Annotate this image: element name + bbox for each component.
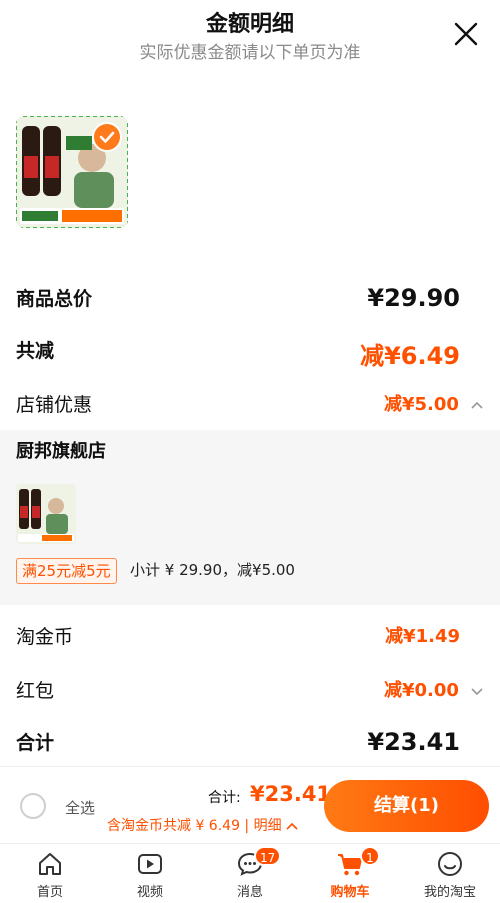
- tab-video[interactable]: 视频: [100, 844, 200, 903]
- tab-profile[interactable]: 我的淘宝: [400, 844, 500, 903]
- goods-total-row: 商品总价 ¥29.90: [16, 284, 484, 316]
- final-total-label: 合计: [16, 732, 55, 754]
- shop-discount-row[interactable]: 店铺优惠 减¥5.00: [16, 390, 484, 418]
- shop-discount-label: 店铺优惠: [16, 394, 93, 416]
- tab-profile-label: 我的淘宝: [423, 885, 476, 900]
- chevron-down-icon[interactable]: [470, 686, 484, 696]
- tab-cart[interactable]: 1 购物车: [300, 844, 400, 903]
- select-all-radio[interactable]: [20, 793, 46, 819]
- tab-message[interactable]: 17 消息: [200, 844, 300, 903]
- total-reduce-row: 共减 减¥6.49: [16, 336, 484, 370]
- tab-home-label: 首页: [36, 885, 63, 900]
- chevron-up-icon: [286, 822, 298, 830]
- final-total-row: 合计 ¥23.41: [16, 728, 484, 760]
- final-total-value: ¥23.41: [367, 728, 460, 756]
- shop-discount-value-wrap: 减¥5.00: [384, 390, 484, 416]
- page-subtitle: 实际优惠金额请以下单页为准: [139, 43, 361, 63]
- tab-message-label: 消息: [236, 885, 263, 900]
- profile-icon: [438, 852, 462, 876]
- goods-total-value: ¥29.90: [367, 284, 460, 312]
- tab-video-label: 视频: [136, 885, 163, 900]
- coin-value: 减¥1.49: [385, 626, 460, 647]
- tab-cart-label: 购物车: [330, 885, 370, 900]
- selected-check-icon: [92, 122, 122, 152]
- redpacket-row[interactable]: 红包 减¥0.00: [16, 676, 484, 704]
- checkout-button[interactable]: 结算(1): [324, 780, 489, 832]
- home-icon: [39, 853, 61, 875]
- coin-discount-text: 含淘金币共减 ¥ 6.49 | 明细: [107, 818, 282, 834]
- shop-subtotal: 小计 ¥ 29.90，减¥5.00: [130, 561, 295, 579]
- shop-product-image: [16, 484, 76, 544]
- header: 金额明细 实际优惠金额请以下单页为准: [0, 0, 500, 70]
- redpacket-label: 红包: [16, 680, 55, 702]
- shop-discount-value: 减¥5.00: [383, 394, 459, 415]
- page-title: 金额明细: [205, 12, 294, 37]
- goods-total-label: 商品总价: [16, 288, 93, 310]
- redpacket-value-wrap: 减¥0.00: [384, 676, 484, 702]
- video-icon: [138, 854, 162, 874]
- promo-tag: 满25元减5元: [16, 558, 117, 584]
- chevron-up-icon[interactable]: [470, 400, 484, 410]
- select-all-label[interactable]: 全选: [65, 797, 95, 818]
- message-badge: 17: [254, 846, 282, 866]
- tab-bar: 首页 视频 17 消息 1 购物车 我的淘宝: [0, 843, 500, 903]
- bottom-total-value: ¥23.41: [250, 782, 332, 806]
- total-reduce-value: 减¥6.49: [360, 342, 460, 370]
- coin-row: 淘金币 减¥1.49: [16, 622, 484, 650]
- bottom-total-label: 合计:: [208, 790, 241, 806]
- coin-label: 淘金币: [16, 626, 74, 648]
- cart-badge: 1: [360, 846, 380, 866]
- coin-discount-detail-link[interactable]: 含淘金币共减 ¥ 6.49 | 明细: [107, 815, 298, 835]
- tab-home[interactable]: 首页: [0, 844, 100, 903]
- close-icon[interactable]: [452, 20, 480, 48]
- total-reduce-label: 共减: [16, 340, 55, 362]
- shop-name: 厨邦旗舰店: [16, 441, 106, 462]
- redpacket-value: 减¥0.00: [383, 680, 459, 701]
